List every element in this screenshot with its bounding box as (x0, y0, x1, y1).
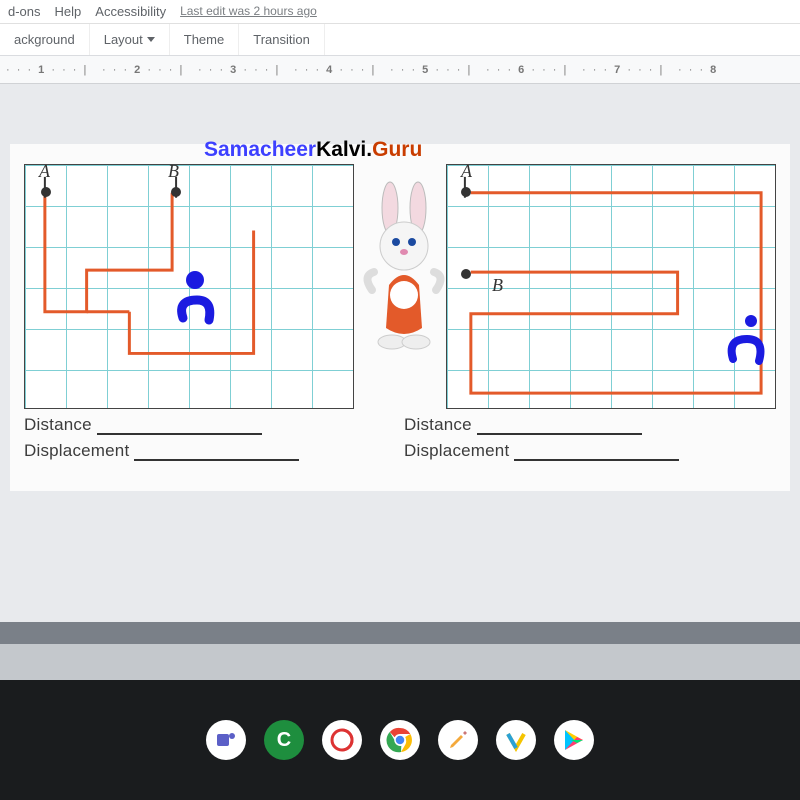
right-grid: A B (446, 164, 776, 409)
dock-swirl-icon[interactable] (322, 720, 362, 760)
ruler-tick: · · · 8 (678, 64, 774, 76)
ruler-tick: · · · 6 · · · | (486, 64, 582, 76)
left-grid: A B (24, 164, 354, 409)
dock-chrome-icon[interactable] (380, 720, 420, 760)
dock-pencil-icon[interactable] (438, 720, 478, 760)
dock-classroom-icon[interactable]: C (264, 720, 304, 760)
toolbar-theme[interactable]: Theme (170, 24, 239, 55)
ruler-tick: · · · 5 · · · | (390, 64, 486, 76)
distance-line-left: Distance (24, 415, 396, 435)
toolbar-transition[interactable]: Transition (239, 24, 325, 55)
watermark-title: SamacheerKalvi.Guru (204, 138, 422, 162)
last-edit-info[interactable]: Last edit was 2 hours ago (180, 4, 317, 19)
dock-teams-icon[interactable] (206, 720, 246, 760)
right-panel: A B Distance Displacement (404, 164, 776, 461)
left-panel: A B Distance Displacement (24, 164, 396, 461)
ruler-tick: · · · 2 · · · | (102, 64, 198, 76)
blank-distance-left[interactable] (97, 433, 262, 435)
blank-distance-right[interactable] (477, 433, 642, 435)
menu-bar: d-ons Help Accessibility Last edit was 2… (0, 0, 800, 24)
taskbar: C (0, 680, 800, 800)
toolbar-layout[interactable]: Layout (90, 24, 170, 55)
blank-displacement-right[interactable] (514, 459, 679, 461)
label-b-right: B (492, 275, 503, 296)
chevron-down-icon (147, 37, 155, 43)
blank-displacement-left[interactable] (134, 459, 299, 461)
menu-addons[interactable]: d-ons (8, 4, 41, 19)
ruler-tick: · · · 1 · · · | (6, 64, 102, 76)
distance-line-right: Distance (404, 415, 776, 435)
menu-accessibility[interactable]: Accessibility (95, 4, 166, 19)
ruler-tick: · · · 4 · · · | (294, 64, 390, 76)
label-b-left: B (168, 161, 179, 182)
displacement-line-left: Displacement (24, 441, 396, 461)
slide-canvas-area[interactable]: SamacheerKalvi.Guru A B (0, 84, 800, 644)
toolbar: ackground Layout Theme Transition (0, 24, 800, 56)
displacement-line-right: Displacement (404, 441, 776, 461)
ink-annotation-right (725, 313, 769, 369)
ruler-tick: · · · 3 · · · | (198, 64, 294, 76)
point-b-right (461, 269, 471, 279)
toolbar-background[interactable]: ackground (0, 24, 90, 55)
label-a-right: A (461, 161, 472, 182)
point-a-right (461, 187, 471, 197)
menu-help[interactable]: Help (55, 4, 82, 19)
label-a-left: A (39, 161, 50, 182)
ink-annotation-left (173, 270, 217, 330)
dock-v-icon[interactable] (496, 720, 536, 760)
dock-play-icon[interactable] (554, 720, 594, 760)
ruler-tick: · · · 7 · · · | (582, 64, 678, 76)
point-a-left (41, 187, 51, 197)
slide[interactable]: SamacheerKalvi.Guru A B (10, 144, 790, 491)
point-b-left (171, 187, 181, 197)
ruler: · · · 1 · · · | · · · 2 · · · | · · · 3 … (0, 56, 800, 84)
